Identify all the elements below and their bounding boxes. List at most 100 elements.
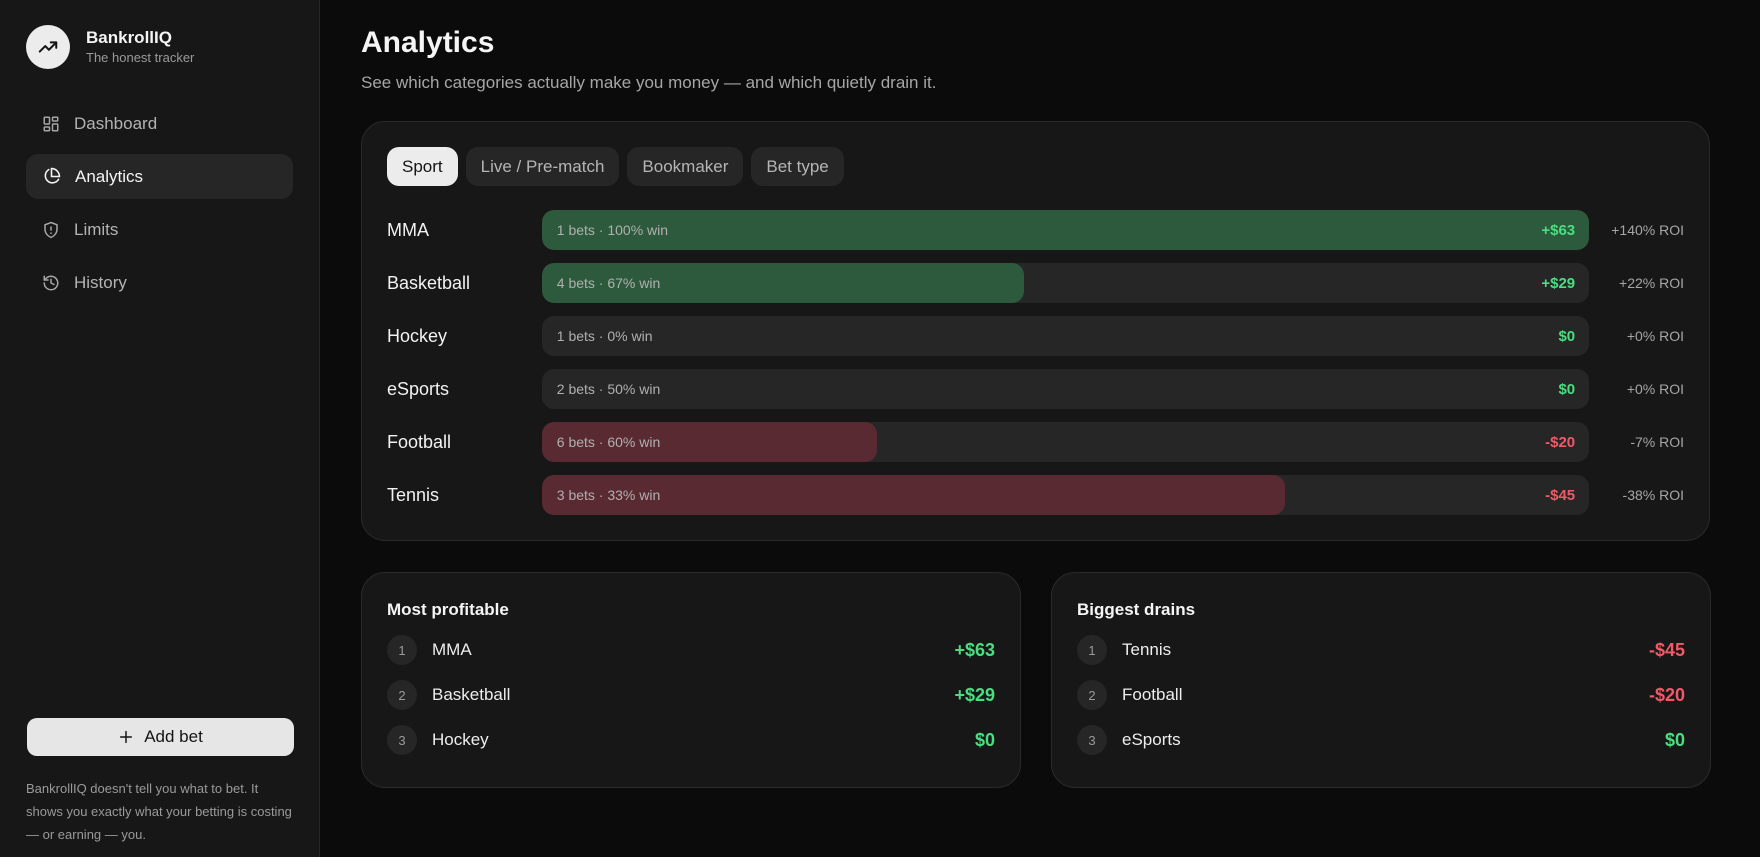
sidebar-item-label: Analytics (75, 166, 144, 186)
bet-stats: 1 bets · 0% win (556, 328, 653, 344)
tab-bookmaker[interactable]: Bookmaker (627, 147, 744, 186)
rank-category: Basketball (432, 685, 511, 704)
sidebar-footer-text: BankrollIQ doesn't tell you what to bet.… (26, 781, 292, 842)
rank-value: $0 (974, 729, 995, 750)
rank-value: $0 (1664, 729, 1685, 750)
pnl-bar: 6 bets · 60% win -$20 (541, 422, 1590, 462)
add-bet-button[interactable]: Add bet (27, 718, 294, 756)
rank-category: Tennis (1122, 640, 1172, 659)
rank-list: 1 MMA +$63 2 Basketball +$29 3 Hockey $0 (387, 635, 995, 755)
pnl-value: +$63 (1541, 221, 1576, 239)
category-label: Hockey (387, 325, 448, 346)
tab-bet-type[interactable]: Bet type (751, 147, 844, 186)
page-title: Analytics (361, 26, 495, 59)
category-label: Tennis (387, 484, 440, 505)
card-title: Most profitable (387, 600, 509, 619)
bet-stats: 6 bets · 60% win (556, 434, 661, 450)
roi-value: +140% ROI (1611, 222, 1685, 238)
most-profitable-card: Most profitable 1 MMA +$63 2 Basketball … (361, 572, 1021, 788)
add-bet-label: Add bet (144, 727, 203, 746)
rank-number: 1 (1077, 635, 1107, 665)
dashboard-icon (43, 116, 59, 131)
rank-number: 3 (1077, 725, 1107, 755)
category-label: Football (387, 431, 452, 452)
shield-icon (44, 221, 58, 238)
history-icon (43, 275, 59, 290)
breakdown-row[interactable]: Basketball 4 bets · 67% win +$29 +22% RO… (387, 263, 1684, 303)
rank-number: 2 (387, 680, 417, 710)
rank-list: 1 Tennis -$45 2 Football -$20 3 eSports … (1077, 635, 1685, 755)
pnl-bar: 1 bets · 100% win +$63 (541, 210, 1590, 250)
sidebar-item-analytics[interactable]: Analytics (26, 154, 293, 199)
list-item[interactable]: 3 Hockey $0 (387, 725, 995, 755)
breakdown-row[interactable]: eSports 2 bets · 50% win $0 +0% ROI (387, 369, 1684, 409)
sidebar-item-label: History (74, 272, 127, 292)
tab-live-prematch[interactable]: Live / Pre-match (465, 147, 620, 186)
sidebar-item-label: Dashboard (74, 113, 158, 133)
pnl-value: $0 (1558, 327, 1576, 345)
breakdown-row[interactable]: MMA 1 bets · 100% win +$63 +140% ROI (387, 210, 1684, 250)
rank-category: MMA (432, 640, 472, 659)
category-label: eSports (387, 378, 450, 399)
roi-value: -38% ROI (1622, 487, 1685, 503)
page-subtitle: See which categories actually make you m… (361, 73, 937, 92)
bet-stats: 3 bets · 33% win (556, 487, 661, 503)
ranking-cards: Most profitable 1 MMA +$63 2 Basketball … (361, 572, 1724, 788)
bet-stats: 2 bets · 50% win (556, 381, 661, 397)
roi-value: +22% ROI (1619, 275, 1685, 291)
breakdown-row[interactable]: Tennis 3 bets · 33% win -$45 -38% ROI (387, 475, 1684, 515)
plus-icon (120, 730, 133, 744)
rank-category: Hockey (432, 730, 489, 749)
category-tabs: Sport Live / Pre-match Bookmaker Bet typ… (387, 147, 1684, 186)
pnl-bar: 4 bets · 67% win +$29 (541, 263, 1590, 303)
rank-number: 3 (387, 725, 417, 755)
roi-value: -7% ROI (1630, 434, 1685, 450)
sidebar-item-dashboard[interactable]: Dashboard (26, 101, 293, 146)
brand-tagline: The honest tracker (86, 49, 195, 65)
pnl-value: $0 (1558, 380, 1576, 398)
rank-value: +$63 (954, 639, 995, 660)
breakdown-row[interactable]: Hockey 1 bets · 0% win $0 +0% ROI (387, 316, 1684, 356)
main-content: Analytics See which categories actually … (320, 0, 1760, 857)
pnl-bar: 1 bets · 0% win $0 (541, 316, 1590, 356)
bet-stats: 1 bets · 100% win (556, 222, 669, 238)
rank-number: 1 (387, 635, 417, 665)
sidebar-item-limits[interactable]: Limits (26, 207, 293, 252)
pnl-value: -$45 (1545, 486, 1576, 504)
tab-sport[interactable]: Sport (387, 147, 458, 186)
list-item[interactable]: 1 MMA +$63 (387, 635, 995, 665)
rank-number: 2 (1077, 680, 1107, 710)
rank-value: -$20 (1648, 684, 1685, 705)
card-title: Biggest drains (1077, 600, 1196, 619)
pnl-bar: 2 bets · 50% win $0 (541, 369, 1590, 409)
list-item[interactable]: 2 Basketball +$29 (387, 680, 995, 710)
list-item[interactable]: 3 eSports $0 (1077, 725, 1685, 755)
roi-value: +0% ROI (1626, 328, 1685, 344)
pnl-bar: 3 bets · 33% win -$45 (541, 475, 1590, 515)
rank-category: Football (1122, 685, 1183, 704)
brand[interactable]: BankrollIQ The honest tracker (26, 25, 293, 69)
trending-up-icon (26, 25, 70, 69)
breakdown-row[interactable]: Football 6 bets · 60% win -$20 -7% ROI (387, 422, 1684, 462)
pie-chart-icon (44, 167, 61, 184)
pnl-bar-fill (541, 210, 1590, 250)
roi-value: +0% ROI (1626, 381, 1685, 397)
list-item[interactable]: 2 Football -$20 (1077, 680, 1685, 710)
pnl-value: -$20 (1545, 433, 1576, 451)
breakdown-rows: MMA 1 bets · 100% win +$63 +140% ROI Bas… (387, 210, 1684, 515)
sidebar-item-history[interactable]: History (26, 260, 293, 305)
rank-value: -$45 (1648, 639, 1685, 660)
list-item[interactable]: 1 Tennis -$45 (1077, 635, 1685, 665)
rank-value: +$29 (954, 684, 995, 705)
rank-category: eSports (1122, 730, 1181, 749)
category-breakdown-card: Sport Live / Pre-match Bookmaker Bet typ… (361, 121, 1710, 541)
category-label: MMA (387, 219, 429, 240)
biggest-drains-card: Biggest drains 1 Tennis -$45 2 Football … (1051, 572, 1711, 788)
brand-name: BankrollIQ (86, 27, 172, 47)
sidebar-item-label: Limits (74, 219, 119, 239)
sidebar-nav: Dashboard Analytics Limits History (26, 101, 293, 305)
bet-stats: 4 bets · 67% win (556, 275, 661, 291)
pnl-value: +$29 (1541, 274, 1576, 292)
sidebar: BankrollIQ The honest tracker Dashboard (0, 0, 320, 857)
category-label: Basketball (387, 272, 471, 293)
